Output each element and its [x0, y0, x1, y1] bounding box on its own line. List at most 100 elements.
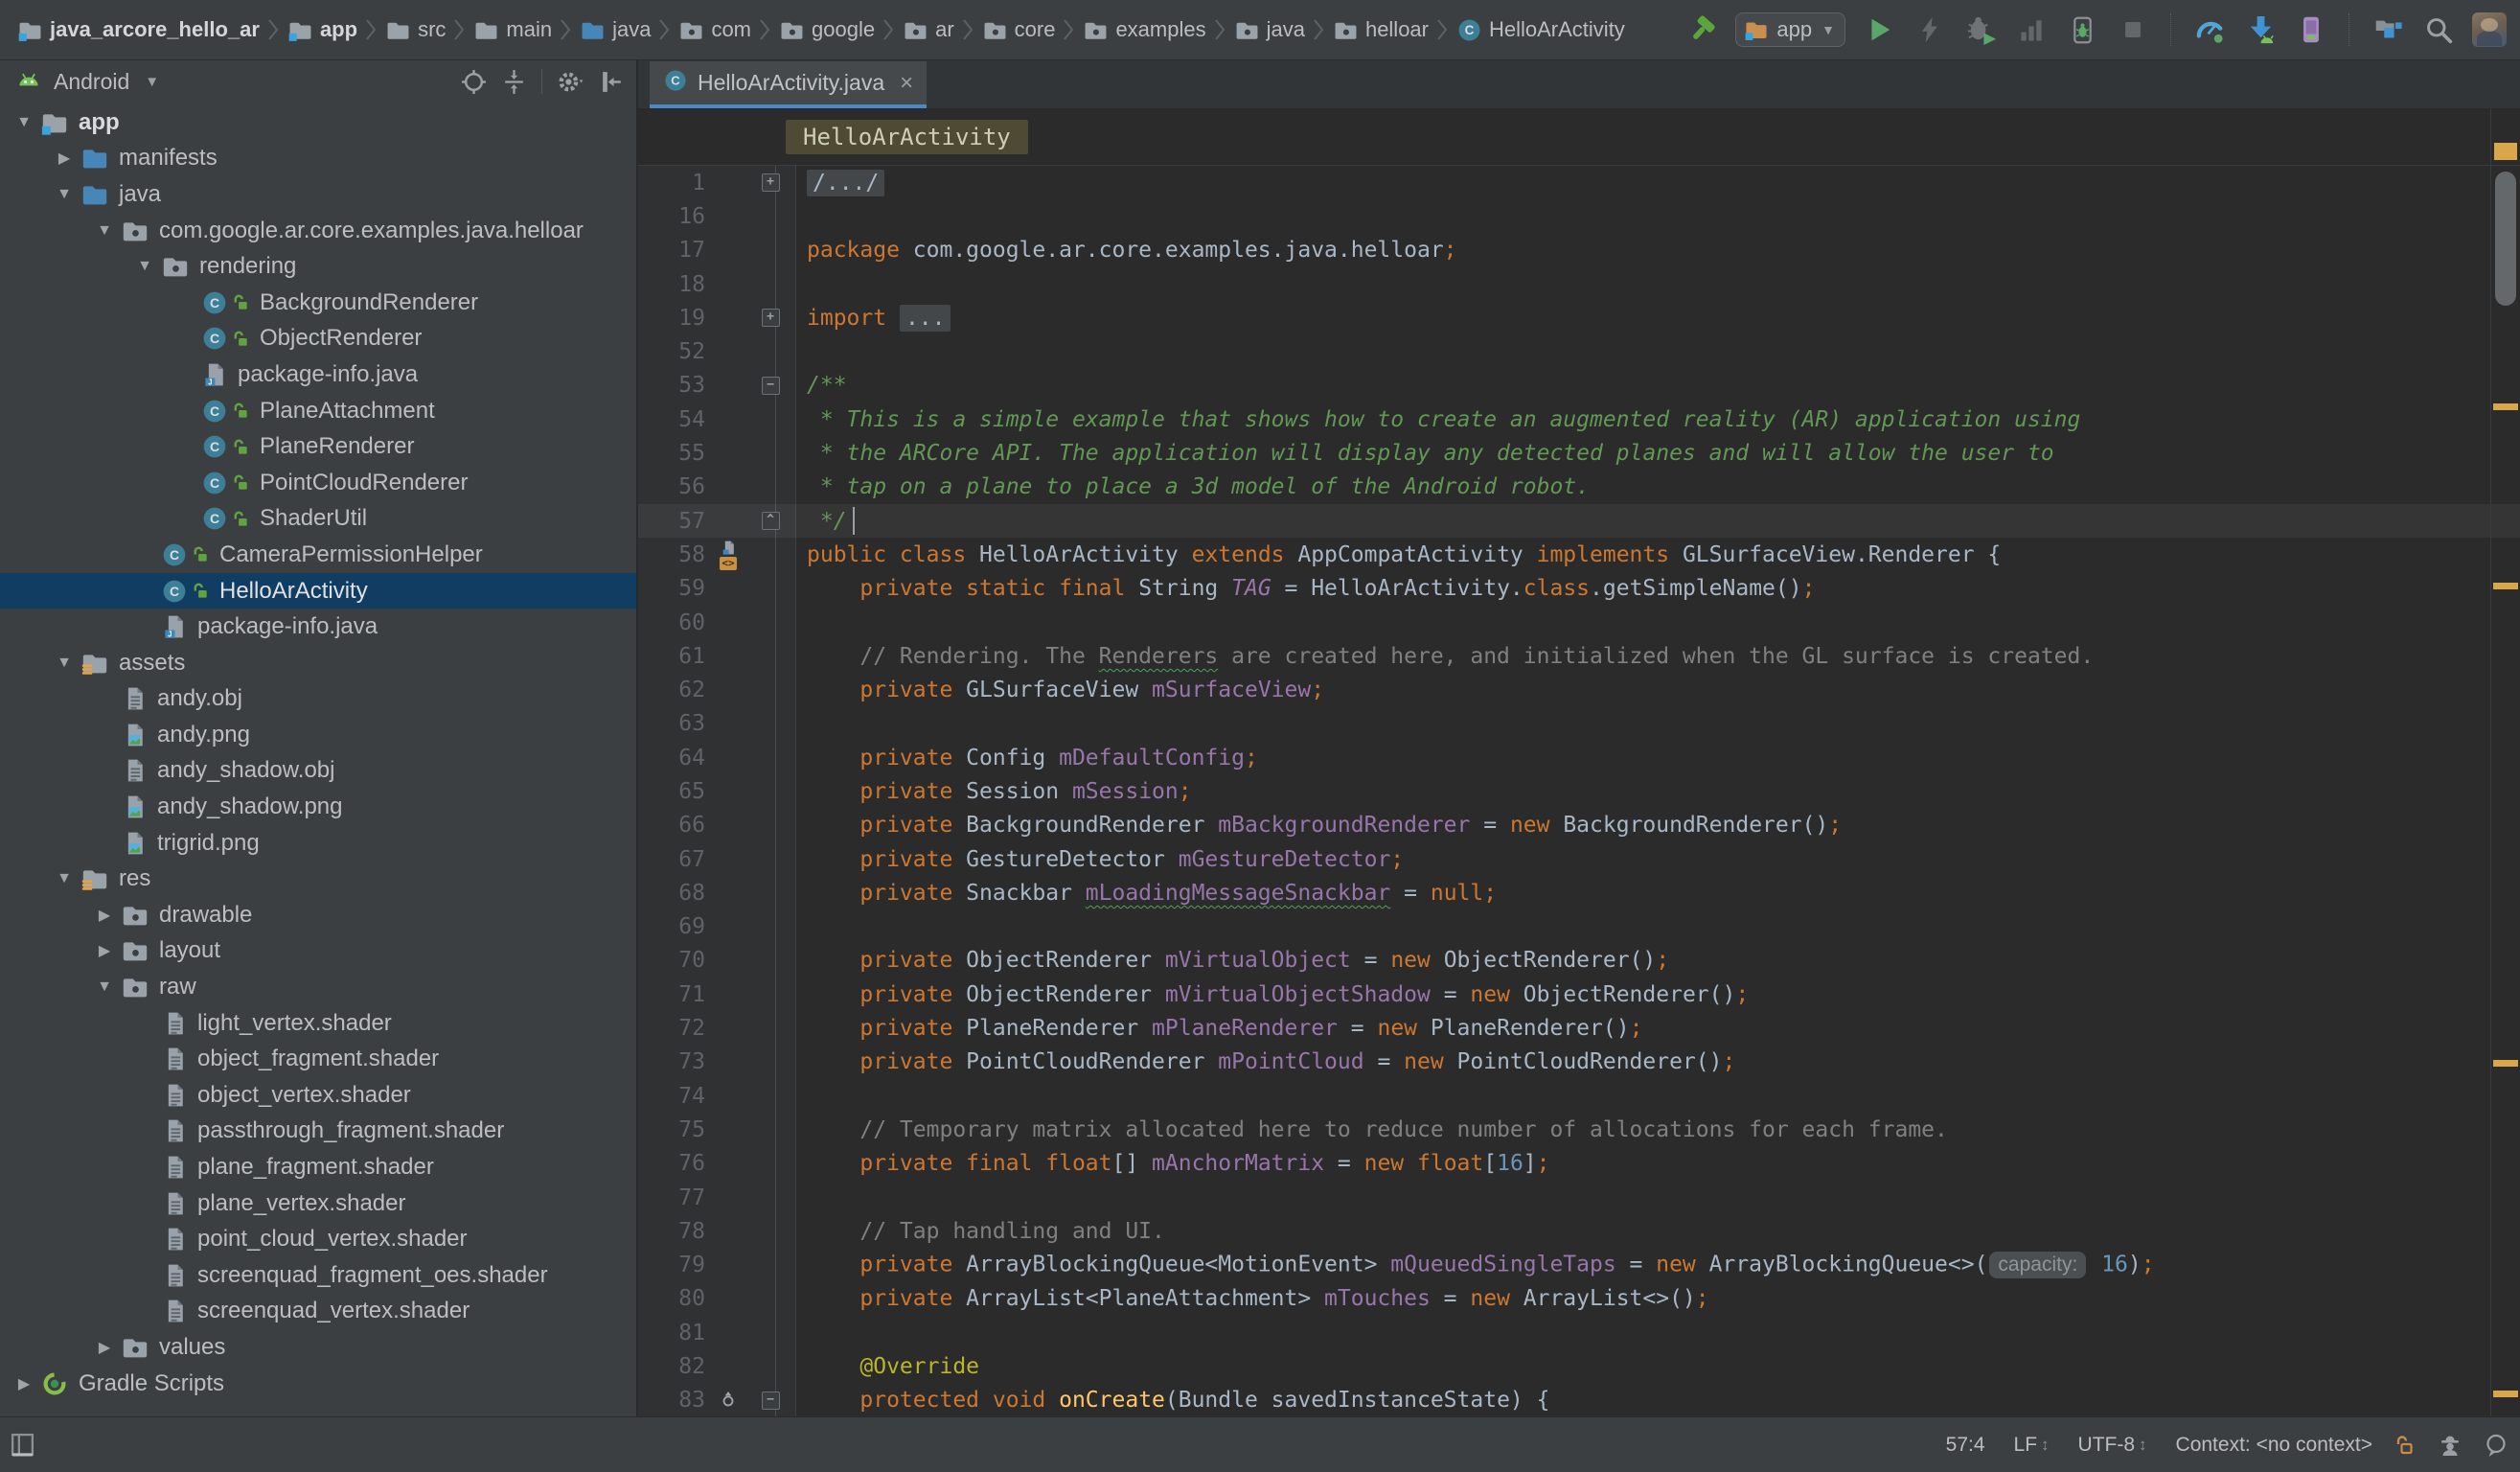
breadcrumb-item-java[interactable]: java [1234, 17, 1305, 43]
code-line-73[interactable]: 73 private PointCloudRenderer mPointClou… [638, 1046, 2520, 1079]
tree-item-object_vertex.shader[interactable]: object_vertex.shader [0, 1077, 636, 1114]
tree-item-HelloArActivity[interactable]: CHelloArActivity [0, 573, 636, 610]
code-line-65[interactable]: 65 private Session mSession; [638, 774, 2520, 808]
tree-item-layout[interactable]: ▶layout [0, 933, 636, 970]
code-line-66[interactable]: 66 private BackgroundRenderer mBackgroun… [638, 809, 2520, 842]
code-editor[interactable]: 1+/.../1617package com.google.ar.core.ex… [638, 166, 2520, 1416]
tree-item-package-info.java[interactable]: Jpackage-info.java [0, 356, 636, 393]
tree-item-andy_shadow.png[interactable]: andy_shadow.png [0, 789, 636, 825]
expand-arrow-icon[interactable]: ▼ [88, 978, 121, 996]
expand-arrow-icon[interactable]: ▼ [48, 186, 80, 203]
tree-item-res[interactable]: ▼res [0, 861, 636, 897]
code-line-69[interactable]: 69 [638, 910, 2520, 944]
device-monitor-button[interactable] [2294, 12, 2328, 47]
code-line-63[interactable]: 63 [638, 707, 2520, 741]
code-line-64[interactable]: 64 private Config mDefaultConfig; [638, 741, 2520, 774]
build-button[interactable] [1684, 12, 1719, 47]
fold-end-icon[interactable]: ^ [762, 512, 780, 530]
warning-stripe-mark[interactable] [2493, 403, 2518, 410]
breadcrumb-item-google[interactable]: google [779, 17, 875, 43]
encoding-selector[interactable]: UTF-8↕ [2078, 1434, 2147, 1457]
project-structure-button[interactable] [2371, 12, 2405, 47]
code-line-67[interactable]: 67 private GestureDetector mGestureDetec… [638, 842, 2520, 876]
tree-item-PlaneRenderer[interactable]: CPlaneRenderer [0, 428, 636, 465]
tree-item-screenquad_fragment_oes.shader[interactable]: screenquad_fragment_oes.shader [0, 1257, 636, 1294]
readonly-unlock-icon[interactable] [2394, 1434, 2417, 1457]
tree-item-drawable[interactable]: ▶drawable [0, 897, 636, 933]
expand-arrow-icon[interactable]: ▼ [8, 114, 40, 131]
attach-debugger-button[interactable] [2065, 12, 2099, 47]
code-line-52[interactable]: 52 [638, 334, 2520, 368]
tree-item-app[interactable]: ▼app [0, 104, 636, 141]
tree-item-andy.png[interactable]: andy.png [0, 717, 636, 753]
code-line-77[interactable]: 77 [638, 1181, 2520, 1214]
tree-item-trigrid.png[interactable]: trigrid.png [0, 825, 636, 862]
settings-gear-icon[interactable] [556, 66, 586, 97]
toolwindow-toggle-icon[interactable] [10, 1432, 35, 1458]
tree-item-plane_vertex.shader[interactable]: plane_vertex.shader [0, 1185, 636, 1222]
tree-item-ShaderUtil[interactable]: CShaderUtil [0, 501, 636, 538]
code-line-57[interactable]: 57^ */ [638, 504, 2520, 538]
tree-item-BackgroundRenderer[interactable]: CBackgroundRenderer [0, 285, 636, 321]
code-line-60[interactable]: 60 [638, 606, 2520, 639]
tree-item-values[interactable]: ▶values [0, 1329, 636, 1366]
user-avatar[interactable] [2472, 12, 2507, 47]
expand-arrow-icon[interactable]: ▼ [48, 655, 80, 672]
warning-stripe-mark[interactable] [2493, 583, 2518, 589]
warning-stripe-mark[interactable] [2493, 1391, 2518, 1397]
related-layout-icon[interactable]: <> [720, 557, 736, 570]
overriding-method-icon[interactable] [721, 1388, 736, 1413]
breadcrumb-item-java[interactable]: java [580, 17, 651, 43]
code-line-17[interactable]: 17package com.google.ar.core.examples.ja… [638, 234, 2520, 267]
tree-item-rendering[interactable]: ▼rendering [0, 248, 636, 285]
code-line-81[interactable]: 81 [638, 1316, 2520, 1349]
collapse-all-icon[interactable] [498, 66, 529, 97]
code-line-59[interactable]: 59 private static final String TAG = Hel… [638, 572, 2520, 606]
profile-button[interactable] [2014, 12, 2049, 47]
breadcrumb-item-ar[interactable]: ar [903, 17, 954, 43]
code-line-80[interactable]: 80 private ArrayList<PlaneAttachment> mT… [638, 1282, 2520, 1316]
expand-arrow-icon[interactable]: ▼ [128, 258, 161, 275]
code-line-62[interactable]: 62 private GLSurfaceView mSurfaceView; [638, 673, 2520, 706]
tree-item-PlaneAttachment[interactable]: CPlaneAttachment [0, 393, 636, 429]
line-separator-selector[interactable]: LF↕ [2014, 1434, 2050, 1457]
tree-item-PointCloudRenderer[interactable]: CPointCloudRenderer [0, 465, 636, 501]
project-view-selector[interactable]: Android [54, 69, 129, 95]
run-configuration-select[interactable]: app▼ [1735, 12, 1845, 47]
code-line-74[interactable]: 74 [638, 1079, 2520, 1113]
breadcrumb-item-helloar[interactable]: helloar [1333, 17, 1429, 43]
expand-arrow-icon[interactable]: ▶ [88, 941, 121, 960]
breadcrumb-item-app[interactable]: app [287, 17, 357, 43]
breadcrumb-item-core[interactable]: core [982, 17, 1056, 43]
java-file-icon[interactable] [721, 540, 737, 556]
tree-item-package-info.java[interactable]: Jpackage-info.java [0, 609, 636, 645]
sdk-manager-button[interactable] [2243, 12, 2278, 47]
apply-changes-button[interactable] [1913, 12, 1947, 47]
tree-item-object_fragment.shader[interactable]: object_fragment.shader [0, 1041, 636, 1077]
hide-panel-icon[interactable] [596, 66, 627, 97]
warning-stripe-mark[interactable] [2493, 1060, 2518, 1067]
event-log-icon[interactable] [2484, 1433, 2509, 1458]
code-line-78[interactable]: 78 // Tap handling and UI. [638, 1214, 2520, 1248]
close-icon[interactable]: × [900, 72, 913, 95]
fold-marker-icon[interactable]: + [751, 173, 790, 192]
breadcrumb-item-java_arcore_hello_ar[interactable]: java_arcore_hello_ar [17, 17, 260, 43]
code-line-79[interactable]: 79 private ArrayBlockingQueue<MotionEven… [638, 1249, 2520, 1282]
code-line-58[interactable]: 58<>public class HelloArActivity extends… [638, 538, 2520, 571]
chevron-down-icon[interactable]: ▼ [145, 74, 159, 90]
tree-item-andy_shadow.obj[interactable]: andy_shadow.obj [0, 753, 636, 790]
breadcrumb-item-examples[interactable]: examples [1083, 17, 1205, 43]
fold-marker-icon[interactable]: + [751, 309, 790, 327]
code-line-72[interactable]: 72 private PlaneRenderer mPlaneRenderer … [638, 1011, 2520, 1045]
error-stripe[interactable] [2490, 108, 2520, 1416]
caret-position[interactable]: 57:4 [1946, 1434, 1985, 1457]
breadcrumb-item-main[interactable]: main [473, 17, 552, 43]
stop-button[interactable] [2116, 12, 2150, 47]
fold-marker-icon[interactable]: ^ [751, 512, 790, 530]
code-line-55[interactable]: 55 * the ARCore API. The application wil… [638, 436, 2520, 470]
tree-item-point_cloud_vertex.shader[interactable]: point_cloud_vertex.shader [0, 1221, 636, 1257]
expand-arrow-icon[interactable]: ▶ [88, 1338, 121, 1357]
context-indicator[interactable]: Context: <no context> [2176, 1434, 2372, 1457]
code-line-54[interactable]: 54 * This is a simple example that shows… [638, 402, 2520, 436]
code-line-53[interactable]: 53−/** [638, 369, 2520, 402]
